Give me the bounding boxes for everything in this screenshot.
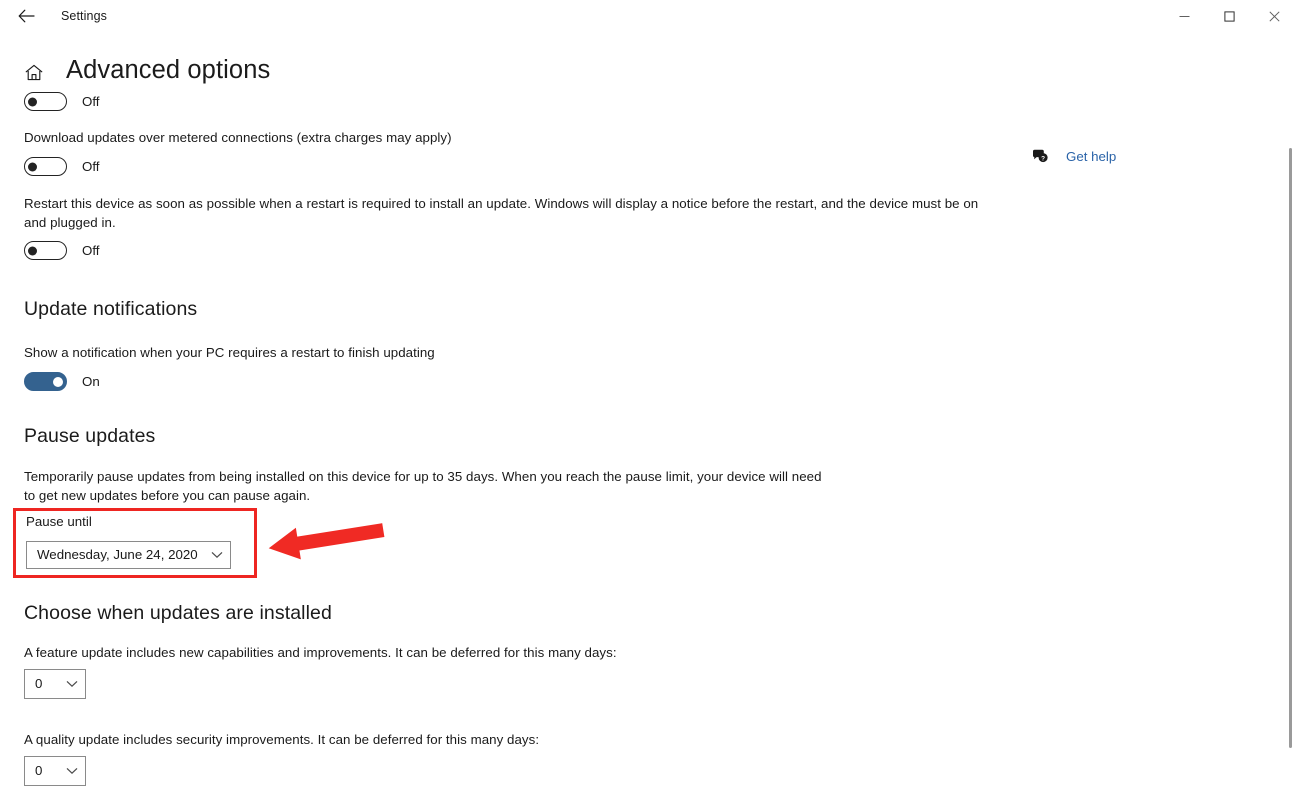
get-help-label: Get help: [1066, 149, 1117, 164]
toggle-state-label-update-notifications: On: [82, 374, 100, 389]
restart-device-description: Restart this device as soon as possible …: [24, 196, 979, 230]
title-bar: Settings: [0, 0, 1297, 32]
feature-update-deferral-value: 0: [35, 676, 43, 691]
update-notifications-description: Show a notification when your PC require…: [24, 345, 435, 360]
toggle-row-top[interactable]: Off: [24, 92, 100, 111]
vertical-scrollbar-thumb[interactable]: [1289, 148, 1292, 748]
svg-text:?: ?: [1041, 155, 1045, 162]
toggle-state-label-restart: Off: [82, 243, 100, 258]
toggle-knob: [28, 162, 38, 171]
scroll-content: Off Download updates over metered connec…: [0, 0, 1270, 793]
toggle-switch-restart[interactable]: [24, 241, 67, 260]
quality-update-description: A quality update includes security impro…: [24, 732, 540, 747]
pause-until-dropdown[interactable]: Wednesday, June 24, 2020: [26, 541, 231, 569]
choose-when-heading: Choose when updates are installed: [24, 602, 332, 624]
update-notifications-heading: Update notifications: [24, 298, 198, 320]
page-title: Advanced options: [66, 56, 271, 84]
toggle-knob: [28, 97, 38, 106]
chevron-down-icon: [59, 680, 85, 688]
chevron-down-icon: [204, 551, 230, 559]
settings-window: Off Download updates over metered connec…: [0, 0, 1297, 793]
toggle-row-restart[interactable]: Off: [24, 241, 100, 260]
app-title: Settings: [61, 9, 107, 23]
metered-connections-description: Download updates over metered connection…: [24, 130, 452, 145]
toggle-switch-update-notifications[interactable]: [24, 372, 67, 391]
close-button[interactable]: [1252, 0, 1297, 32]
toggle-row-update-notifications[interactable]: On: [24, 372, 100, 391]
pause-updates-heading: Pause updates: [24, 425, 156, 447]
pause-until-value: Wednesday, June 24, 2020: [37, 547, 198, 562]
pause-until-label: Pause until: [26, 514, 92, 529]
toggle-switch-top[interactable]: [24, 92, 67, 111]
toggle-knob: [28, 246, 38, 255]
window-controls: [1162, 0, 1297, 32]
get-help-link[interactable]: ? Get help: [1031, 148, 1116, 166]
pause-updates-description: Temporarily pause updates from being ins…: [24, 469, 822, 503]
quality-update-deferral-value: 0: [35, 763, 43, 778]
toggle-switch-metered[interactable]: [24, 157, 67, 176]
chevron-down-icon: [59, 767, 85, 775]
toggle-knob: [52, 376, 63, 387]
feature-update-description: A feature update includes new capabiliti…: [24, 645, 617, 660]
toggle-state-label: Off: [82, 94, 100, 109]
feature-update-deferral-dropdown[interactable]: 0: [24, 669, 86, 699]
help-chat-icon: ?: [1031, 148, 1049, 166]
toggle-row-metered[interactable]: Off: [24, 157, 100, 176]
page-header: Advanced options: [0, 32, 1270, 90]
back-arrow-icon[interactable]: [12, 3, 40, 29]
quality-update-deferral-dropdown[interactable]: 0: [24, 756, 86, 786]
minimize-button[interactable]: [1162, 0, 1207, 32]
home-icon[interactable]: [23, 62, 45, 84]
maximize-button[interactable]: [1207, 0, 1252, 32]
toggle-state-label-metered: Off: [82, 159, 100, 174]
